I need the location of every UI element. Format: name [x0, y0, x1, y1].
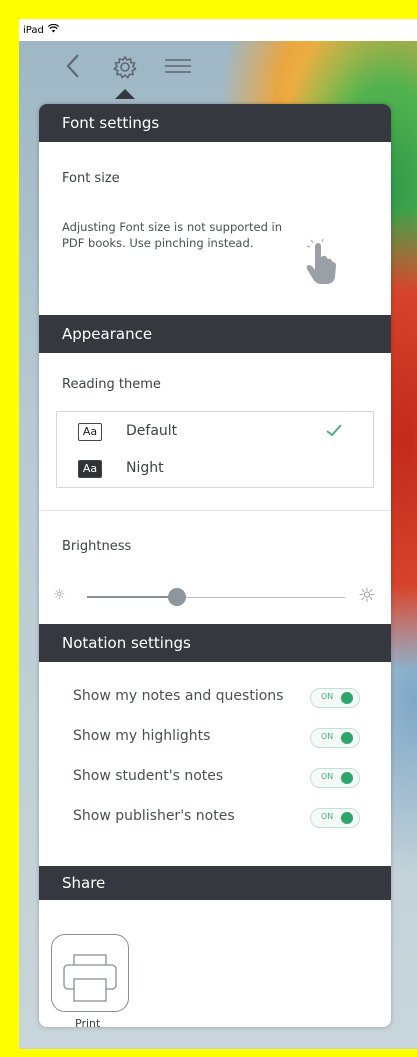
notation-row-student-notes: Show student's notes ON — [39, 762, 391, 792]
toggle-knob — [341, 692, 353, 704]
settings-button[interactable] — [111, 53, 139, 81]
ipad-screen: iPad Font settings Font size Adjusting F — [19, 19, 417, 1049]
menu-button[interactable] — [165, 55, 191, 77]
theme-name: Night — [126, 460, 164, 476]
notation-label: Show publisher's notes — [73, 808, 235, 824]
notation-row-my-notes: Show my notes and questions ON — [39, 682, 391, 712]
reading-theme-list: Aa Default Aa Night — [56, 411, 374, 488]
gear-icon — [113, 55, 137, 79]
print-label: Print — [75, 1017, 101, 1027]
popover-arrow — [115, 89, 135, 99]
print-button[interactable] — [51, 934, 129, 1012]
status-bar: iPad — [19, 19, 417, 41]
reader-toolbar — [19, 41, 417, 96]
font-size-label: Font size — [62, 171, 120, 186]
menu-bar — [165, 71, 191, 73]
share-header: Share — [39, 866, 391, 900]
my-notes-toggle[interactable]: ON — [310, 688, 360, 708]
theme-night-swatch-icon: Aa — [78, 460, 102, 478]
notation-row-my-highlights: Show my highlights ON — [39, 722, 391, 752]
theme-default-swatch-icon: Aa — [78, 423, 102, 441]
toggle-knob — [341, 732, 353, 744]
printer-icon — [63, 954, 117, 1002]
notation-row-publisher-notes: Show publisher's notes ON — [39, 802, 391, 832]
checkmark-icon — [325, 421, 343, 442]
toggle-state: ON — [321, 692, 334, 701]
brightness-low-icon: ☼ — [53, 587, 66, 603]
notation-label: Show student's notes — [73, 768, 224, 784]
brightness-label: Brightness — [62, 539, 132, 554]
publisher-notes-toggle[interactable]: ON — [310, 808, 360, 828]
device-name: iPad — [23, 24, 44, 36]
reading-theme-label: Reading theme — [62, 377, 161, 392]
menu-bar — [165, 59, 191, 61]
student-notes-toggle[interactable]: ON — [310, 768, 360, 788]
menu-bar — [165, 65, 191, 67]
pinch-hand-icon — [301, 237, 341, 287]
my-highlights-toggle[interactable]: ON — [310, 728, 360, 748]
theme-option-default[interactable]: Aa Default — [57, 414, 375, 450]
toggle-knob — [341, 812, 353, 824]
notation-settings-header: Notation settings — [39, 624, 391, 662]
brightness-slider[interactable]: ☼ ☼ — [39, 582, 391, 612]
notation-label: Show my highlights — [73, 728, 211, 744]
toggle-state: ON — [321, 812, 334, 821]
back-button[interactable] — [65, 53, 81, 84]
font-settings-header: Font settings — [39, 104, 391, 142]
theme-name: Default — [126, 423, 178, 439]
wifi-icon — [47, 23, 60, 36]
slider-fill — [87, 596, 178, 598]
toggle-state: ON — [321, 732, 334, 741]
font-size-note-line1: Adjusting Font size is not supported in — [62, 220, 283, 234]
theme-option-night[interactable]: Aa Night — [57, 451, 375, 487]
notation-label: Show my notes and questions — [73, 688, 284, 704]
toggle-state: ON — [321, 772, 334, 781]
divider — [39, 510, 391, 511]
toggle-knob — [341, 772, 353, 784]
appearance-header: Appearance — [39, 315, 391, 353]
slider-thumb[interactable] — [168, 588, 187, 606]
settings-popover: Font settings Font size Adjusting Font s… — [39, 104, 391, 1027]
font-size-note-line2: PDF books. Use pinching instead. — [62, 236, 254, 250]
brightness-high-icon: ☼ — [358, 583, 376, 607]
